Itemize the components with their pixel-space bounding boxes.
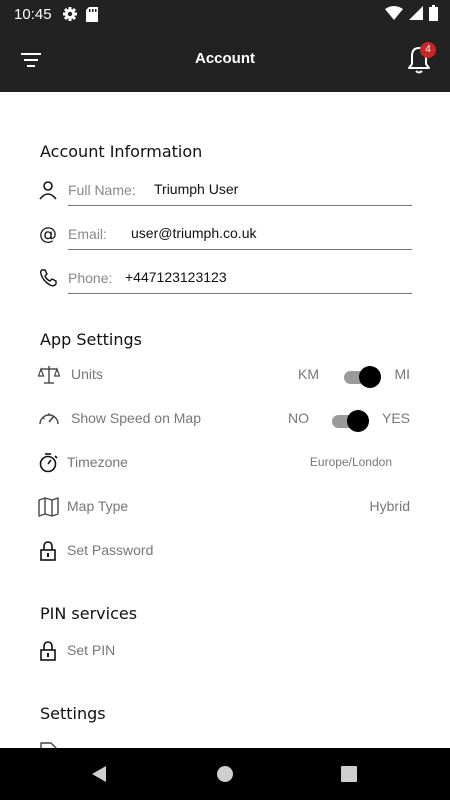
- phone-value[interactable]: +447123123123: [125, 269, 227, 285]
- notifications-button[interactable]: 4: [403, 42, 436, 76]
- divider: [68, 249, 412, 250]
- phone-field[interactable]: Phone: +447123123123: [38, 264, 412, 294]
- units-label: Units: [71, 366, 103, 382]
- toggle-thumb: [347, 410, 369, 432]
- svg-text:@: @: [39, 224, 57, 244]
- home-button[interactable]: [213, 762, 237, 786]
- units-km-option[interactable]: KM: [298, 366, 319, 382]
- lock-icon: [40, 541, 56, 561]
- gear-icon: [62, 7, 77, 21]
- show-speed-toggle[interactable]: [330, 410, 370, 432]
- map-type-value[interactable]: Hybrid: [370, 498, 410, 514]
- recents-button[interactable]: [337, 762, 361, 786]
- stopwatch-icon: [39, 453, 58, 473]
- app-header: Account 4: [0, 28, 450, 92]
- terms-and-conditions-button[interactable]: [38, 738, 412, 748]
- show-speed-yes-option[interactable]: YES: [382, 410, 410, 426]
- show-speed-setting: Show Speed on Map NO YES: [38, 404, 412, 434]
- set-password-label: Set Password: [67, 542, 154, 558]
- sd-card-icon: [85, 6, 98, 22]
- at-icon: @: [39, 224, 57, 244]
- show-speed-no-option[interactable]: NO: [288, 410, 309, 426]
- back-button[interactable]: [87, 762, 111, 786]
- home-icon: [217, 766, 233, 782]
- map-icon: [38, 497, 59, 517]
- show-speed-label: Show Speed on Map: [71, 410, 201, 426]
- units-toggle[interactable]: [342, 366, 382, 388]
- battery-icon: [429, 5, 438, 21]
- full-name-field[interactable]: Full Name: Triumph User: [38, 176, 412, 206]
- section-title-settings: Settings: [40, 704, 106, 723]
- lock-icon: [40, 641, 56, 661]
- phone-icon: [39, 269, 57, 287]
- email-field[interactable]: @ Email: user@triumph.co.uk: [38, 220, 412, 250]
- set-pin-button[interactable]: Set PIN: [38, 636, 412, 666]
- recents-icon: [341, 766, 357, 782]
- set-pin-label: Set PIN: [67, 642, 116, 658]
- account-content: Account Information Full Name: Triumph U…: [0, 92, 450, 748]
- notification-badge: 4: [420, 42, 436, 58]
- units-mi-option[interactable]: MI: [394, 366, 410, 382]
- timezone-setting[interactable]: Timezone Europe/London: [38, 448, 412, 478]
- section-title-app-settings: App Settings: [40, 330, 142, 349]
- section-title-account-information: Account Information: [40, 142, 203, 161]
- toggle-thumb: [359, 366, 381, 388]
- system-nav-bar: [0, 748, 450, 800]
- email-label: Email:: [68, 226, 107, 242]
- person-icon: [39, 181, 57, 200]
- speedometer-icon: [39, 413, 59, 425]
- map-type-label: Map Type: [67, 498, 129, 514]
- scale-icon: [38, 366, 60, 384]
- set-password-button[interactable]: Set Password: [38, 536, 412, 566]
- full-name-label: Full Name:: [68, 182, 136, 198]
- timezone-label: Timezone: [67, 454, 128, 470]
- status-time: 10:45: [14, 5, 52, 23]
- map-type-setting[interactable]: Map Type Hybrid: [38, 492, 412, 522]
- email-value[interactable]: user@triumph.co.uk: [131, 225, 256, 241]
- back-icon: [92, 766, 106, 782]
- units-setting: Units KM MI: [38, 360, 412, 390]
- divider: [68, 293, 412, 294]
- signal-icon: [409, 6, 423, 20]
- full-name-value[interactable]: Triumph User: [154, 181, 238, 197]
- section-title-pin-services: PIN services: [40, 604, 138, 623]
- page-title: Account: [195, 50, 255, 67]
- timezone-value[interactable]: Europe/London: [310, 455, 392, 469]
- wifi-icon: [385, 6, 403, 20]
- divider: [68, 205, 412, 206]
- phone-label: Phone:: [68, 270, 113, 286]
- status-bar: 10:45: [0, 0, 450, 28]
